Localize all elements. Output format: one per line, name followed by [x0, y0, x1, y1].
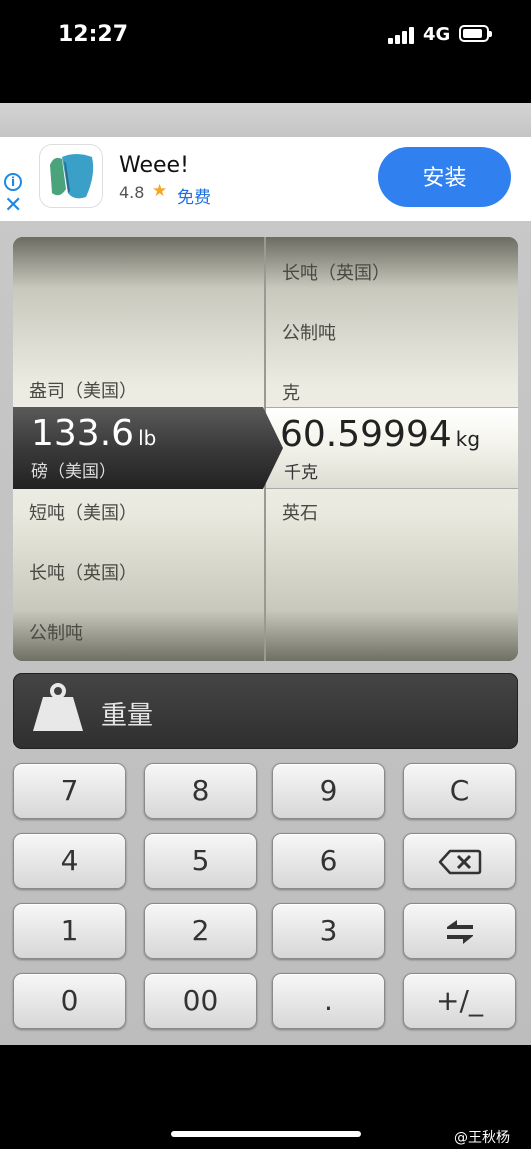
status-bar: 12:27 4G	[0, 0, 531, 70]
key-5[interactable]: 5	[144, 833, 257, 889]
input-unit: lb	[138, 426, 157, 450]
ad-price: 免费	[177, 188, 211, 208]
input-value: 133.6	[31, 413, 135, 454]
ad-app-logo[interactable]	[40, 145, 102, 207]
ad-app-name: Weee!	[119, 153, 189, 178]
category-selector[interactable]: 重量	[13, 673, 518, 749]
key-7[interactable]: 7	[13, 763, 126, 819]
unit-picker[interactable]: 盎司（美国） 短吨（美国） 长吨（英国） 公制吨 长吨（英国） 公制吨 克 英石…	[13, 237, 518, 661]
key-3[interactable]: 3	[272, 903, 385, 959]
install-button[interactable]: 安装	[378, 147, 511, 207]
key-00[interactable]: 00	[144, 973, 257, 1029]
swap-icon	[446, 920, 473, 944]
wheel-item[interactable]: 公制吨	[282, 319, 336, 345]
wheel-item[interactable]: 长吨（英国）	[29, 559, 137, 585]
ad-banner[interactable]: i ✕ Weee! 4.8 ★ 免费 安装	[0, 137, 531, 221]
wheel-item[interactable]: 克	[282, 379, 300, 405]
signal-icon	[388, 26, 416, 44]
wheel-item[interactable]: 公制吨	[29, 619, 83, 645]
ad-info-icon[interactable]: i	[4, 173, 22, 191]
key-2[interactable]: 2	[144, 903, 257, 959]
battery-icon	[459, 25, 492, 42]
network-type: 4G	[423, 24, 451, 45]
wheel-item[interactable]: 短吨（美国）	[29, 499, 137, 525]
key-6[interactable]: 6	[272, 833, 385, 889]
backspace-icon	[438, 849, 481, 875]
key-0[interactable]: 0	[13, 973, 126, 1029]
category-label: 重量	[101, 701, 154, 731]
converter-app: i ✕ Weee! 4.8 ★ 免费 安装 盎司（美国） 短吨（美国） 长吨（英…	[0, 103, 531, 1045]
status-time: 12:27	[58, 22, 129, 47]
key-4[interactable]: 4	[13, 833, 126, 889]
to-unit-selected[interactable]: 60.59994 kg 千克	[266, 407, 518, 489]
sign-toggle-button[interactable]: +/_	[403, 973, 516, 1029]
result-value: 60.59994	[280, 414, 452, 455]
backspace-button[interactable]	[403, 833, 516, 889]
app-top-bar	[0, 103, 531, 137]
wheel-item[interactable]: 长吨（英国）	[282, 259, 390, 285]
ad-rating: 4.8	[119, 183, 145, 202]
wheel-item[interactable]: 英石	[282, 499, 318, 525]
wheel-item[interactable]: 盎司（美国）	[29, 377, 137, 403]
watermark: @王秋杨	[454, 1130, 510, 1146]
key-1[interactable]: 1	[13, 903, 126, 959]
decimal-button[interactable]: .	[272, 973, 385, 1029]
result-unit-name: 千克	[284, 463, 318, 483]
key-9[interactable]: 9	[272, 763, 385, 819]
weight-icon	[31, 683, 85, 739]
home-indicator[interactable]	[171, 1131, 361, 1137]
from-unit-selected[interactable]: 133.6 lb 磅（美国）	[13, 407, 283, 489]
keypad: 7 8 9 C 4 5 6 1 2 3 0 00 . +/_	[13, 763, 518, 1033]
key-8[interactable]: 8	[144, 763, 257, 819]
clear-button[interactable]: C	[403, 763, 516, 819]
result-unit: kg	[455, 427, 481, 451]
star-icon: ★	[152, 181, 168, 201]
swap-button[interactable]	[403, 903, 516, 959]
input-unit-name: 磅（美国）	[31, 462, 116, 482]
ad-close-icon[interactable]: ✕	[4, 195, 22, 217]
